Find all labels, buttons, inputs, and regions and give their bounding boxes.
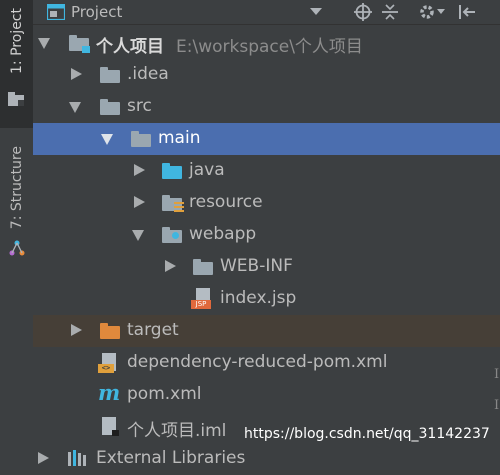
expand-chevron-down-icon[interactable] xyxy=(69,102,81,113)
folder-icon xyxy=(193,259,213,275)
tree-label-resource: resource xyxy=(189,192,263,212)
expand-chevron-right-icon[interactable] xyxy=(134,164,145,176)
hide-panel-icon[interactable] xyxy=(458,3,476,21)
expand-chevron-down-icon[interactable] xyxy=(101,134,113,145)
tree-label-java: java xyxy=(189,160,225,180)
project-tree[interactable]: 个人项目 E:\workspace\个人项目 .idea src main jav… xyxy=(33,25,500,468)
iml-badge-icon xyxy=(112,430,119,436)
tree-row-resource[interactable]: resource xyxy=(33,187,500,219)
tree-row-src[interactable]: src xyxy=(33,91,500,123)
tree-label-src: src xyxy=(127,96,152,116)
tree-label-webinf: WEB-INF xyxy=(220,256,293,276)
tree-label-dep-pom: dependency-reduced-pom.xml xyxy=(127,352,388,372)
collapse-all-icon[interactable] xyxy=(381,3,399,21)
gear-dropdown-chevron-down-icon[interactable] xyxy=(436,3,446,21)
editor-gutter-mark: I xyxy=(494,398,500,413)
tree-label-main: main xyxy=(158,128,201,148)
expand-chevron-right-icon[interactable] xyxy=(165,260,176,272)
project-tab-label: 1: Project xyxy=(8,8,25,74)
folder-icon xyxy=(100,67,120,83)
tree-row-root[interactable]: 个人项目 E:\workspace\个人项目 xyxy=(33,27,500,59)
tree-label-iml: 个人项目.iml xyxy=(127,421,227,441)
watermark-url: https://blog.csdn.net/qq_31142237 xyxy=(244,426,490,442)
tree-label-idea: .idea xyxy=(127,64,169,84)
expand-chevron-down-icon[interactable] xyxy=(132,230,144,241)
tree-row-target[interactable]: target xyxy=(33,315,500,347)
structure-tab-label: 7: Structure xyxy=(8,146,25,230)
project-view-icon xyxy=(47,4,65,20)
folder-icon xyxy=(131,131,151,147)
tree-row-external-libraries[interactable]: External Libraries xyxy=(33,443,500,475)
maven-m-icon: m xyxy=(98,380,121,405)
excluded-folder-icon xyxy=(100,323,120,339)
resources-badge-icon xyxy=(174,202,184,212)
jsp-badge-icon: JSP xyxy=(191,300,211,309)
source-folder-icon xyxy=(162,163,182,179)
view-dropdown-chevron-down-icon[interactable] xyxy=(307,3,325,21)
tree-label-webapp: webapp xyxy=(189,224,257,244)
tree-label-target: target xyxy=(127,320,179,340)
project-panel-header: Project xyxy=(33,0,500,25)
tree-label-index-jsp: index.jsp xyxy=(220,288,297,308)
tree-row-webinf[interactable]: WEB-INF xyxy=(33,251,500,283)
tree-label-external-libraries: External Libraries xyxy=(96,448,246,468)
web-badge-icon xyxy=(172,232,179,239)
tree-row-index-jsp[interactable]: JSP index.jsp xyxy=(33,283,500,315)
folder-icon xyxy=(100,99,120,115)
libraries-icon xyxy=(68,450,86,466)
xml-badge-icon: <> xyxy=(98,364,114,373)
settings-gear-icon[interactable] xyxy=(418,3,436,21)
expand-chevron-right-icon[interactable] xyxy=(71,324,82,336)
tool-window-strip: 1: Project 7: Structure xyxy=(0,0,34,456)
tree-row-webapp[interactable]: webapp xyxy=(33,219,500,251)
locate-target-icon[interactable] xyxy=(354,3,372,21)
expand-chevron-right-icon[interactable] xyxy=(134,196,145,208)
tree-label-pom: pom.xml xyxy=(127,384,202,404)
root-name: 个人项目 xyxy=(96,37,164,57)
structure-tool-tab[interactable]: 7: Structure xyxy=(0,140,33,270)
expand-chevron-right-icon[interactable] xyxy=(71,68,82,80)
panel-title: Project xyxy=(71,3,123,21)
structure-icon xyxy=(9,240,25,256)
expand-chevron-right-icon[interactable] xyxy=(38,452,49,464)
root-path: E:\workspace\个人项目 xyxy=(176,37,363,57)
module-badge-icon xyxy=(82,46,90,53)
project-folder-icon xyxy=(8,92,24,106)
editor-gutter-mark: I xyxy=(494,367,500,382)
project-tool-tab[interactable]: 1: Project xyxy=(0,0,33,128)
tree-row-pom[interactable]: m pom.xml xyxy=(33,379,500,411)
tree-row-main[interactable]: main xyxy=(33,123,500,155)
tree-row-java[interactable]: java xyxy=(33,155,500,187)
tree-row-dep-pom[interactable]: <> dependency-reduced-pom.xml xyxy=(33,347,500,379)
tree-row-idea[interactable]: .idea xyxy=(33,59,500,91)
expand-chevron-down-icon[interactable] xyxy=(38,38,50,49)
